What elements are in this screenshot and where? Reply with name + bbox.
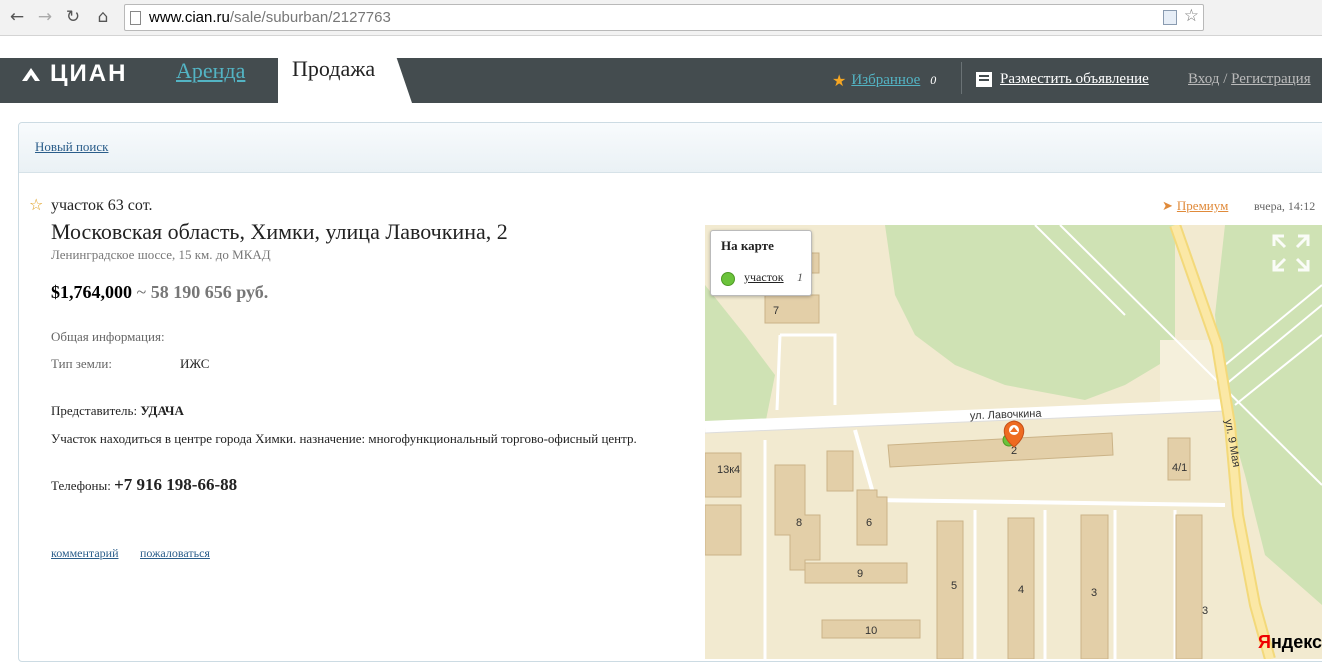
login-link[interactable]: Вход [1188,71,1219,87]
auth-links: Вход / Регистрация [1188,71,1311,88]
building-label: 6 [866,517,872,529]
logo-text: ЦИАН [50,60,128,87]
listing-description: Участок находиться в центре города Химки… [51,431,637,446]
building-label: 5 [951,580,957,592]
url-path: /sale/suburban/2127763 [229,9,391,26]
bookmarks-bar [0,36,1322,60]
premium-link[interactable]: Премиум [1177,198,1228,214]
building-label: 3 [1202,605,1208,617]
map-legend: На карте участок 1 [710,230,812,296]
favorites-star-icon: ★ [832,71,847,90]
bookmark-star-icon[interactable]: ☆ [1184,6,1199,26]
favorites-link[interactable]: Избранное [851,72,920,89]
price-tilde: ~ [132,282,151,302]
yandex-logo-text: ндекс [1270,632,1322,652]
search-bar: Новый поиск [19,123,1322,173]
phone-number[interactable]: +7 916 198-66-88 [114,475,237,494]
post-ad[interactable]: Разместить объявление [976,71,1149,88]
listing-price: $1,764,000 ~ 58 190 656 руб. [51,282,268,303]
page-icon [130,11,141,25]
map-legend-title: На карте [721,238,774,253]
register-link[interactable]: Регистрация [1231,71,1311,87]
building-label: 8 [796,517,802,529]
building-label: 9 [857,568,863,580]
building-label: 10 [865,625,877,637]
favorites-count: 0 [930,73,937,87]
building-label: 4 [1018,584,1024,596]
reload-icon[interactable]: ↻ [62,6,84,28]
price-rub: 58 190 656 руб. [150,282,269,302]
complain-link[interactable]: пожаловаться [140,546,210,561]
cian-logo[interactable]: ЦИАН [20,60,128,87]
listing-highway: Ленинградское шоссе, 15 км. до МКАД [51,247,271,262]
comment-link[interactable]: комментарий [51,546,119,561]
listing-type: участок 63 сот. [51,197,153,214]
address-bar[interactable]: www.cian.ru/sale/suburban/2127763 ☆ [124,4,1204,31]
map-legend-item[interactable]: участок [744,270,784,285]
price-usd: $1,764,000 [51,282,132,302]
new-search-link[interactable]: Новый поиск [35,139,108,155]
plot-marker-icon [721,272,735,286]
publish-date: вчера, 14:12 [1254,199,1316,213]
browser-toolbar: ← → ↻ ⌂ www.cian.ru/sale/suburban/212776… [0,0,1322,36]
site-header: ЦИАН Аренда Продажа ★ Избранное 0 Размес… [0,56,1322,103]
logo-icon [22,68,40,81]
yandex-logo-letter: Я [1258,632,1271,652]
agent-label: Представитель: [51,403,141,418]
fullscreen-icon[interactable] [1270,232,1312,274]
phones-label: Телефоны: [51,478,115,493]
back-icon[interactable]: ← [6,6,28,28]
agent-name: УДАЧА [140,403,184,418]
map-legend-count: 1 [797,270,803,284]
building-label: 13к4 [717,464,740,476]
url-host: www.cian.ru [149,9,230,26]
tab-rent[interactable]: Аренда [176,58,245,84]
premium-badge: ➤ Премиум [1162,198,1228,214]
rocket-icon: ➤ [1162,198,1173,214]
header-divider [961,62,962,94]
post-ad-icon [976,72,992,87]
building-label: 7 [773,305,779,317]
favorites[interactable]: ★ Избранное 0 [832,71,936,90]
home-icon[interactable]: ⌂ [92,6,114,28]
add-favorite-icon[interactable]: ☆ [29,195,43,214]
agent: Представитель: УДАЧА [51,403,184,419]
yandex-attribution[interactable]: Яндекс [1258,632,1322,653]
forward-icon[interactable]: → [34,6,56,28]
post-ad-link[interactable]: Разместить объявление [1000,71,1149,88]
land-type-value: ИЖС [180,356,210,371]
address-url[interactable]: www.cian.ru/sale/suburban/2127763 [149,9,391,26]
building-label: 3 [1091,587,1097,599]
building-label: 4/1 [1172,462,1187,474]
tab-sale[interactable]: Продажа [278,56,412,103]
phones: Телефоны: +7 916 198-66-88 [51,475,237,495]
auth-separator: / [1219,71,1232,87]
tab-sale-label: Продажа [292,56,376,81]
page-action-icon[interactable] [1163,10,1177,25]
street-lavochkina-label: ул. Лавочкина [970,408,1043,423]
land-type-label: Тип земли: [51,356,112,371]
listing-address: Московская область, Химки, улица Лавочки… [51,219,508,244]
general-info-label: Общая информация: [51,329,165,344]
